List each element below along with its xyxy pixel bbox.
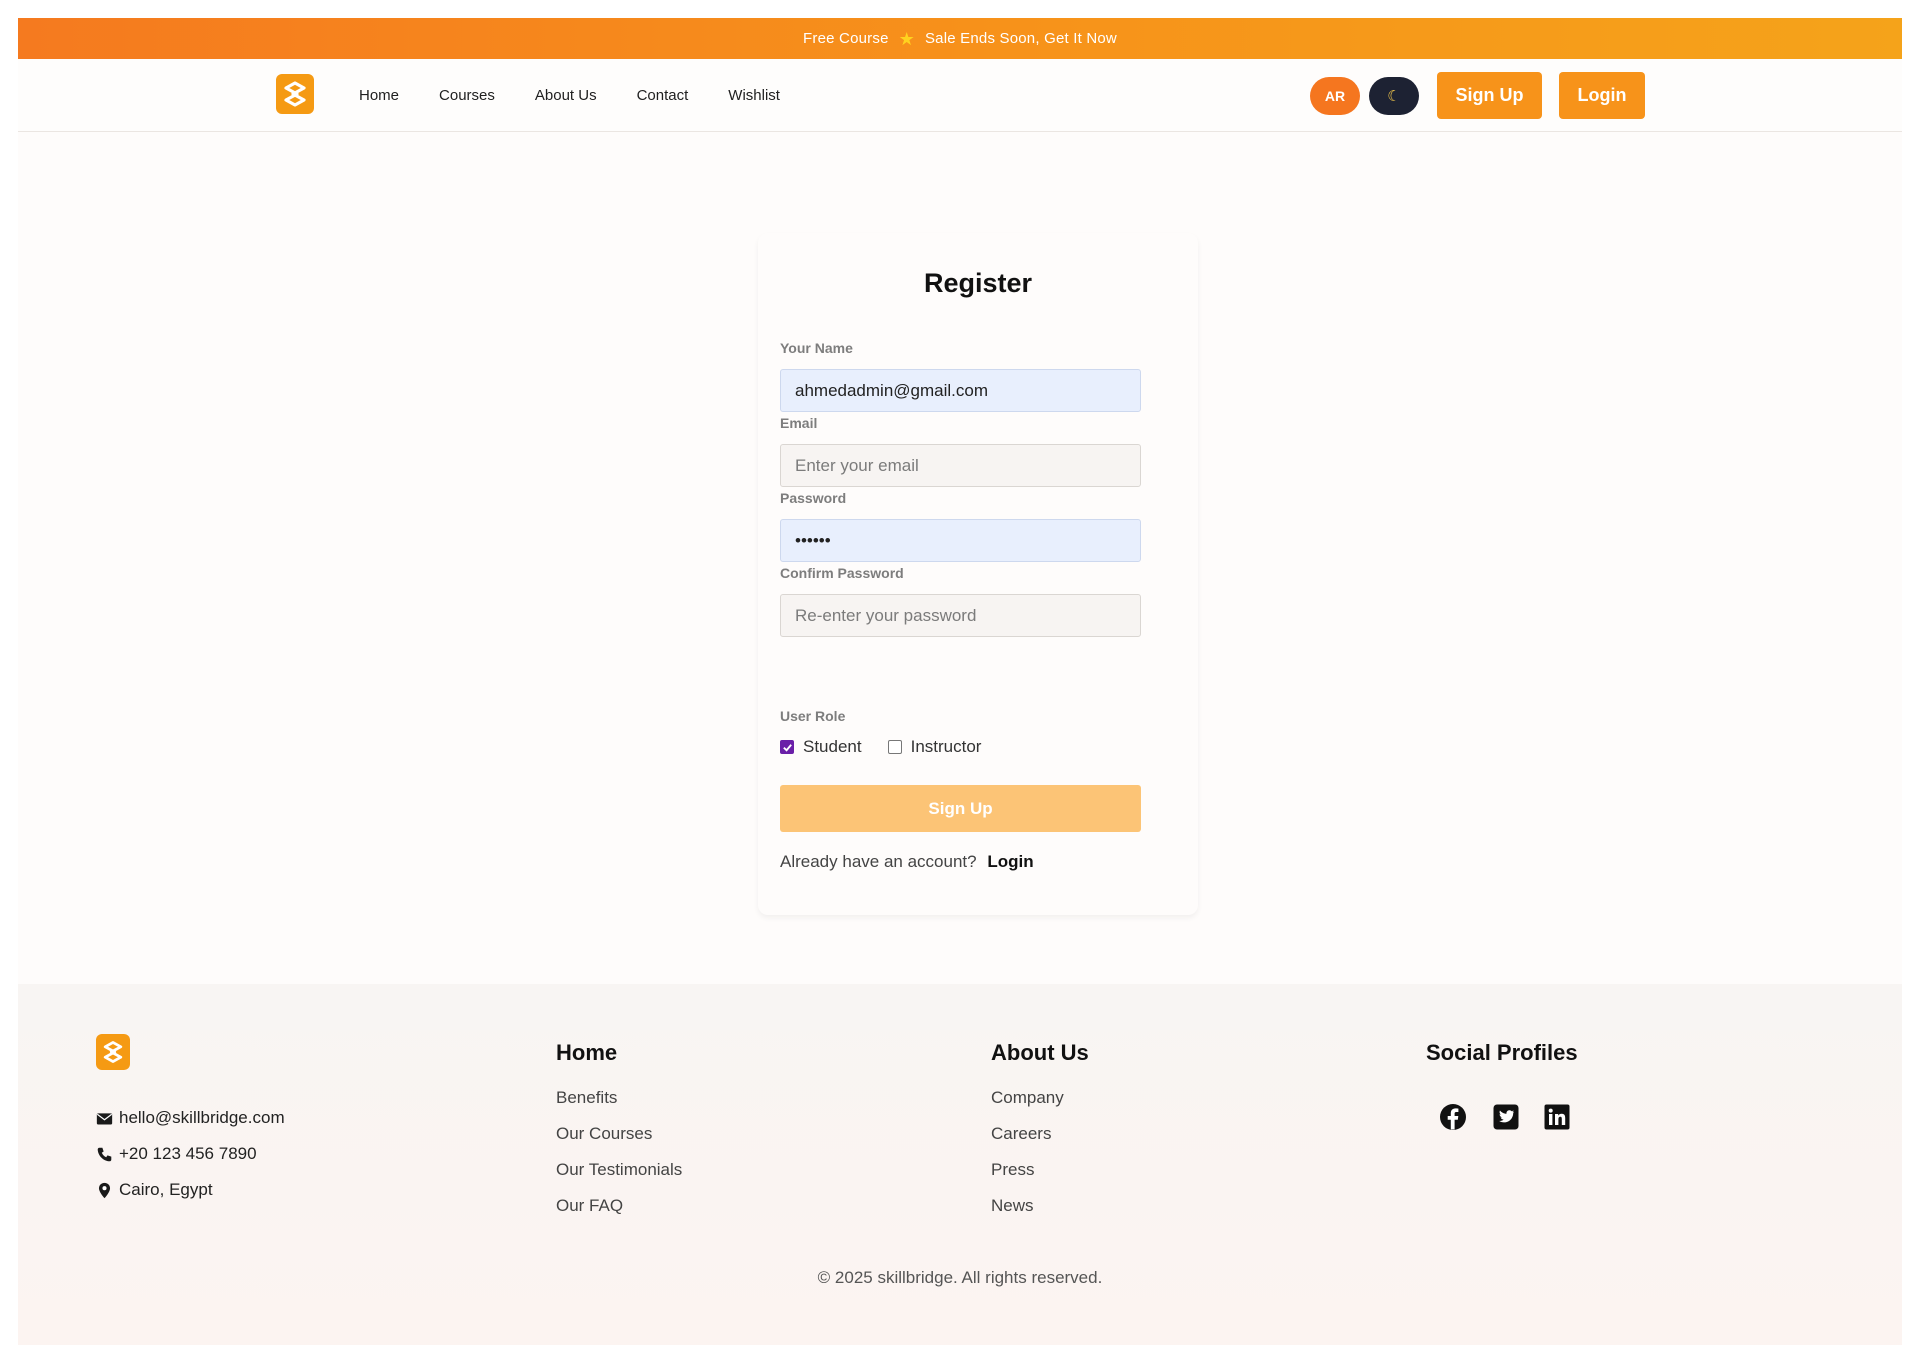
instructor-label: Instructor bbox=[910, 737, 982, 756]
facebook-icon[interactable] bbox=[1439, 1103, 1467, 1131]
language-toggle-button[interactable]: AR bbox=[1310, 77, 1360, 115]
signup-submit-button[interactable]: Sign Up bbox=[780, 785, 1141, 832]
email-input[interactable] bbox=[780, 444, 1141, 487]
nav-login-button[interactable]: Login bbox=[1559, 72, 1645, 119]
student-label: Student bbox=[803, 737, 862, 756]
nav-signup-button[interactable]: Sign Up bbox=[1437, 72, 1542, 119]
role-option-student[interactable]: Student bbox=[780, 737, 862, 757]
footer-link-press[interactable]: Press bbox=[991, 1160, 1034, 1180]
announcement-bar[interactable]: Free Course ★ Sale Ends Soon, Get It Now bbox=[18, 18, 1902, 59]
envelope-icon bbox=[96, 1112, 113, 1124]
footer-link-our-faq[interactable]: Our FAQ bbox=[556, 1196, 623, 1216]
instructor-checkbox[interactable] bbox=[887, 740, 902, 754]
footer-email-text: hello@skillbridge.com bbox=[119, 1108, 285, 1127]
confirm-password-label: Confirm Password bbox=[780, 565, 904, 581]
footer-link-news[interactable]: News bbox=[991, 1196, 1034, 1216]
password-input[interactable] bbox=[780, 519, 1141, 562]
password-label: Password bbox=[780, 490, 847, 506]
nav-link-about-us[interactable]: About Us bbox=[535, 87, 597, 104]
email-label: Email bbox=[780, 415, 818, 431]
footer-link-benefits[interactable]: Benefits bbox=[556, 1088, 617, 1108]
footer-link-our-testimonials[interactable]: Our Testimonials bbox=[556, 1160, 682, 1180]
nav-link-home[interactable]: Home bbox=[359, 87, 399, 104]
star-icon: ★ bbox=[898, 28, 915, 49]
check-icon bbox=[782, 743, 792, 752]
announcement-right-text: Sale Ends Soon, Get It Now bbox=[924, 30, 1117, 47]
footer-link-careers[interactable]: Careers bbox=[991, 1124, 1051, 1144]
nav-link-wishlist[interactable]: Wishlist bbox=[728, 87, 780, 104]
map-pin-icon bbox=[98, 1182, 111, 1198]
footer-location-text: Cairo, Egypt bbox=[119, 1180, 213, 1199]
moon-icon: ☾ bbox=[1387, 88, 1401, 105]
footer-email[interactable]: hello@skillbridge.com bbox=[96, 1108, 285, 1128]
confirm-password-input[interactable] bbox=[780, 594, 1141, 637]
phone-icon bbox=[97, 1147, 112, 1161]
footer-social-title: Social Profiles bbox=[1426, 1040, 1578, 1065]
nav-links: Home Courses About Us Contact Wishlist bbox=[359, 59, 820, 132]
logo-icon[interactable] bbox=[276, 74, 314, 114]
theme-toggle-button[interactable]: ☾ bbox=[1369, 77, 1419, 115]
register-title: Register bbox=[923, 268, 1033, 298]
footer: hello@skillbridge.com +20 123 456 7890 C… bbox=[18, 984, 1902, 1345]
footer-phone-text: +20 123 456 7890 bbox=[119, 1144, 257, 1163]
footer-home-title: Home bbox=[556, 1040, 618, 1065]
role-option-instructor[interactable]: Instructor bbox=[887, 737, 982, 757]
navbar: Home Courses About Us Contact Wishlist A… bbox=[18, 59, 1902, 132]
copyright-text: © 2025 skillbridge. All rights reserved. bbox=[817, 1268, 1103, 1287]
login-prompt: Already have an account? Login bbox=[780, 852, 1034, 872]
footer-about-title: About Us bbox=[991, 1040, 1089, 1065]
nav-link-courses[interactable]: Courses bbox=[439, 87, 495, 104]
page: Free Course ★ Sale Ends Soon, Get It Now… bbox=[18, 18, 1902, 1345]
nav-link-contact[interactable]: Contact bbox=[637, 87, 689, 104]
name-label: Your Name bbox=[780, 340, 853, 356]
footer-logo-icon[interactable] bbox=[96, 1034, 130, 1070]
user-role-options: Student Instructor bbox=[780, 737, 1007, 757]
footer-phone[interactable]: +20 123 456 7890 bbox=[96, 1144, 257, 1164]
name-input[interactable] bbox=[780, 369, 1141, 412]
announcement-left-text: Free Course bbox=[803, 30, 889, 47]
login-prompt-text: Already have an account? bbox=[780, 852, 977, 871]
footer-link-company[interactable]: Company bbox=[991, 1088, 1064, 1108]
register-card: Register Your Name Email Password Confir… bbox=[758, 233, 1198, 915]
twitter-icon[interactable] bbox=[1492, 1103, 1520, 1131]
linkedin-icon[interactable] bbox=[1543, 1103, 1571, 1131]
footer-link-our-courses[interactable]: Our Courses bbox=[556, 1124, 652, 1144]
student-checkbox[interactable] bbox=[780, 740, 794, 754]
login-link[interactable]: Login bbox=[987, 852, 1033, 871]
user-role-label: User Role bbox=[780, 708, 846, 724]
footer-location: Cairo, Egypt bbox=[96, 1180, 213, 1200]
